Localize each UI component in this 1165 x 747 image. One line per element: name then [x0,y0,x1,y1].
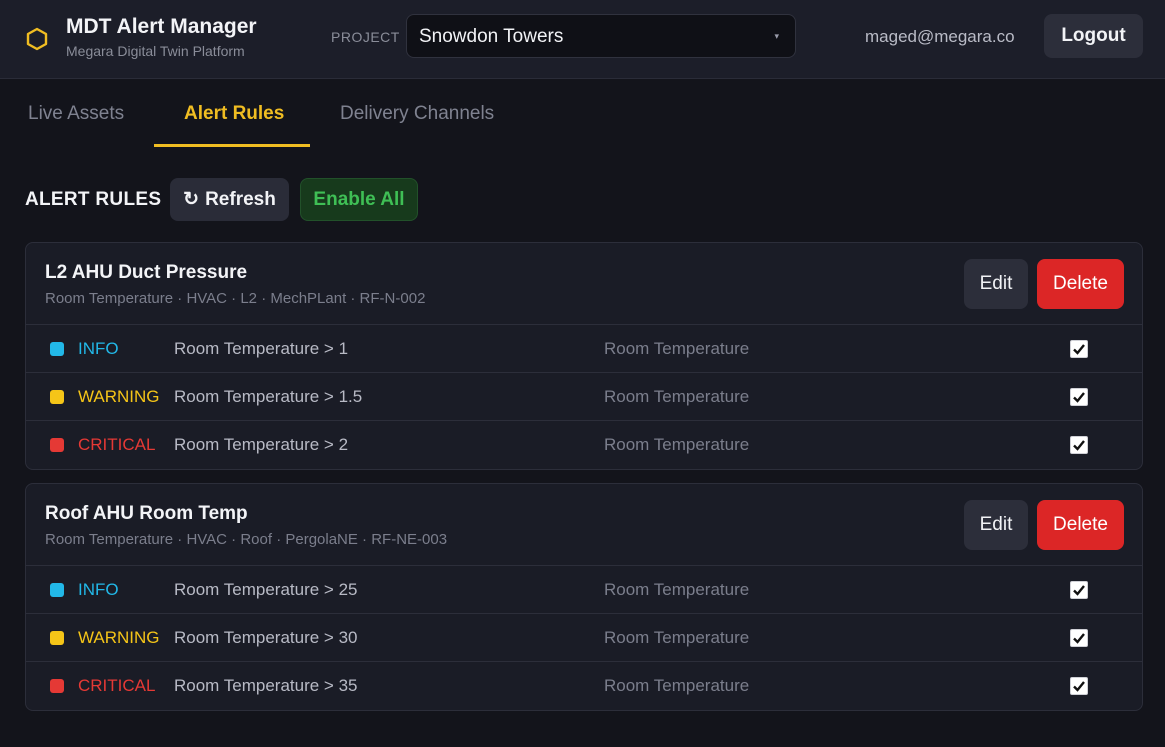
section-title: ALERT RULES [25,189,162,210]
critical-indicator [50,679,64,693]
level-condition: Room Temperature > 2 [174,435,349,454]
level-enabled-checkbox[interactable] [1070,581,1088,599]
level-condition: Room Temperature > 1.5 [174,387,363,406]
hexagon-icon [26,27,48,51]
rule-card: L2 AHU Duct Pressure Room Temperature · … [25,242,1143,470]
rule-name: L2 AHU Duct Pressure [45,262,248,283]
tab-alert-rules[interactable]: Alert Rules [184,103,284,125]
refresh-button-label: Refresh [205,188,276,210]
rule-header: L2 AHU Duct Pressure Room Temperature · … [26,243,1142,325]
level-name: INFO [78,580,119,599]
refresh-icon: ↻ [183,189,200,210]
rule-meta: Room Temperature · HVAC · L2 · MechPLant… [45,290,426,307]
project-select[interactable]: Snowdon Towers ▾ [406,14,796,58]
delete-button[interactable]: Delete [1037,500,1124,550]
level-enabled-checkbox[interactable] [1070,388,1088,406]
rule-card: Roof AHU Room Temp Room Temperature · HV… [25,483,1143,711]
level-metric: Room Temperature [604,435,750,454]
tab-live-assets[interactable]: Live Assets [28,103,124,125]
user-email: maged@megara.co [865,27,1015,46]
info-indicator [50,583,64,597]
tab-delivery-channels[interactable]: Delivery Channels [340,103,494,125]
delete-button[interactable]: Delete [1037,259,1124,309]
chevron-down-icon: ▾ [774,31,779,41]
app-header: MDT Alert Manager Megara Digital Twin Pl… [0,0,1165,79]
level-name: INFO [78,339,119,358]
enable-all-button[interactable]: Enable All [300,178,418,221]
level-metric: Room Temperature [604,628,750,647]
level-condition: Room Temperature > 1 [174,339,349,358]
project-select-value: Snowdon Towers [419,26,564,47]
level-metric: Room Temperature [604,387,750,406]
level-name: WARNING [78,387,160,406]
level-enabled-checkbox[interactable] [1070,629,1088,647]
app-subtitle: Megara Digital Twin Platform [66,43,245,59]
rule-name: Roof AHU Room Temp [45,503,248,524]
level-metric: Room Temperature [604,339,750,358]
level-metric: Room Temperature [604,580,750,599]
logout-button[interactable]: Logout [1044,14,1143,58]
edit-button[interactable]: Edit [964,500,1028,550]
rule-meta: Room Temperature · HVAC · Roof · Pergola… [45,531,448,548]
warning-indicator [50,631,64,645]
level-row: WARNING Room Temperature > 1.5 Room Temp… [26,373,1142,421]
app-title: MDT Alert Manager [66,15,257,38]
refresh-button[interactable]: ↻ Refresh [170,178,289,221]
level-row: INFO Room Temperature > 25 Room Temperat… [26,566,1142,614]
edit-button[interactable]: Edit [964,259,1028,309]
level-row: CRITICAL Room Temperature > 35 Room Temp… [26,662,1142,710]
active-tab-indicator [154,144,310,147]
level-name: CRITICAL [78,435,156,454]
level-row: CRITICAL Room Temperature > 2 Room Tempe… [26,421,1142,469]
level-name: WARNING [78,628,160,647]
level-condition: Room Temperature > 25 [174,580,358,599]
warning-indicator [50,390,64,404]
project-label: PROJECT [331,29,400,45]
critical-indicator [50,438,64,452]
info-indicator [50,342,64,356]
level-enabled-checkbox[interactable] [1070,436,1088,454]
level-name: CRITICAL [78,676,156,695]
level-row: WARNING Room Temperature > 30 Room Tempe… [26,614,1142,662]
rule-header: Roof AHU Room Temp Room Temperature · HV… [26,484,1142,566]
level-condition: Room Temperature > 35 [174,676,358,695]
level-enabled-checkbox[interactable] [1070,340,1088,358]
level-condition: Room Temperature > 30 [174,628,358,647]
level-row: INFO Room Temperature > 1 Room Temperatu… [26,325,1142,373]
level-enabled-checkbox[interactable] [1070,677,1088,695]
level-metric: Room Temperature [604,676,750,695]
